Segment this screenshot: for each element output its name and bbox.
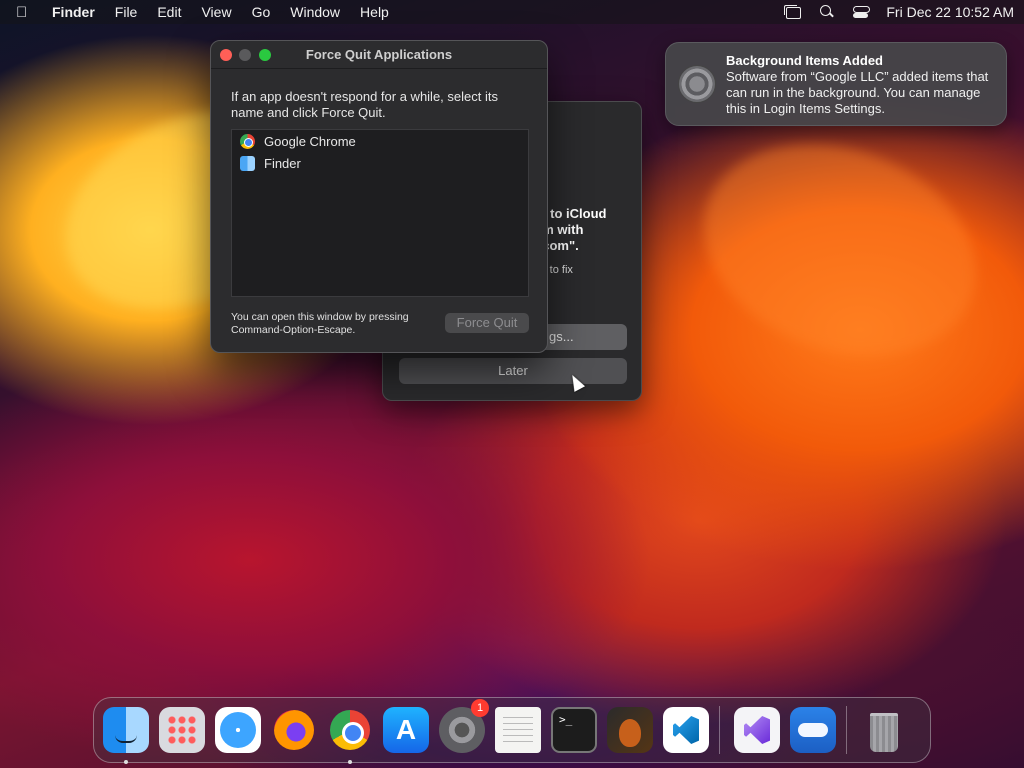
dock-separator: [846, 706, 847, 754]
later-button[interactable]: Later: [399, 358, 627, 384]
menu-view[interactable]: View: [201, 4, 231, 20]
notification-body: Software from “Google LLC” added items t…: [726, 69, 989, 116]
dock-textedit-icon[interactable]: [495, 707, 541, 753]
dock-visual-studio-icon[interactable]: [734, 707, 780, 753]
dock-system-settings-icon[interactable]: 1: [439, 699, 489, 753]
dock-weather-icon[interactable]: [790, 707, 836, 753]
force-quit-hint: You can open this window by pressing Com…: [231, 311, 409, 336]
finder-icon: [240, 155, 255, 171]
dock-garageband-icon[interactable]: [607, 707, 653, 753]
app-list-item-chrome[interactable]: Google Chrome: [232, 130, 528, 152]
notification-banner[interactable]: Background Items Added Software from “Go…: [665, 42, 1007, 126]
dock-firefox-icon[interactable]: [271, 707, 317, 753]
dock-app-store-icon[interactable]: [383, 707, 429, 753]
menu-help[interactable]: Help: [360, 4, 389, 20]
force-quit-button[interactable]: Force Quit: [445, 313, 529, 333]
app-list-item-label: Google Chrome: [264, 133, 356, 149]
control-center-icon[interactable]: [852, 5, 871, 19]
app-list-item-finder[interactable]: Finder: [232, 152, 528, 174]
running-indicator: [348, 760, 352, 764]
menu-app-name[interactable]: Finder: [52, 4, 95, 20]
dock-finder-icon[interactable]: [103, 707, 149, 764]
menu-edit[interactable]: Edit: [157, 4, 181, 20]
menu-go[interactable]: Go: [252, 4, 271, 20]
app-list: Google Chrome Finder: [231, 129, 529, 297]
notification-badge: 1: [471, 699, 489, 717]
icloud-dialog-message: ct to iCloud em with l.com".: [535, 206, 607, 253]
force-quit-window: Force Quit Applications If an app doesn'…: [210, 40, 548, 353]
wallpaper-highlight: [674, 108, 1006, 392]
menu-bar:  Finder File Edit View Go Window Help F…: [0, 0, 1024, 24]
apple-menu-icon[interactable]: : [16, 4, 38, 21]
icloud-dialog-submessage: gs to fix: [535, 264, 573, 276]
dock-terminal-icon[interactable]: [551, 707, 597, 753]
menu-window[interactable]: Window: [290, 4, 340, 20]
running-indicator: [124, 760, 128, 764]
chrome-icon: [240, 133, 255, 149]
spotlight-search-icon[interactable]: [818, 5, 836, 19]
dock-launchpad-icon[interactable]: [159, 707, 205, 753]
force-quit-instructions: If an app doesn't respond for a while, s…: [231, 89, 498, 120]
window-title: Force Quit Applications: [305, 47, 453, 62]
menu-bar-clock[interactable]: Fri Dec 22 10:52 AM: [886, 4, 1014, 20]
system-settings-icon: [678, 65, 716, 103]
dock-safari-icon[interactable]: [215, 707, 261, 753]
dock: 1: [93, 697, 931, 764]
dock-chrome-icon[interactable]: [327, 707, 373, 764]
dock-trash-icon[interactable]: [861, 707, 907, 753]
dock-vscode-icon[interactable]: [663, 707, 709, 753]
notification-title: Background Items Added: [726, 53, 883, 68]
window-titlebar[interactable]: Force Quit Applications: [211, 41, 547, 69]
screen-mirroring-icon[interactable]: [784, 5, 802, 19]
menu-file[interactable]: File: [115, 4, 138, 20]
dock-separator: [719, 706, 720, 754]
app-list-item-label: Finder: [264, 155, 301, 171]
